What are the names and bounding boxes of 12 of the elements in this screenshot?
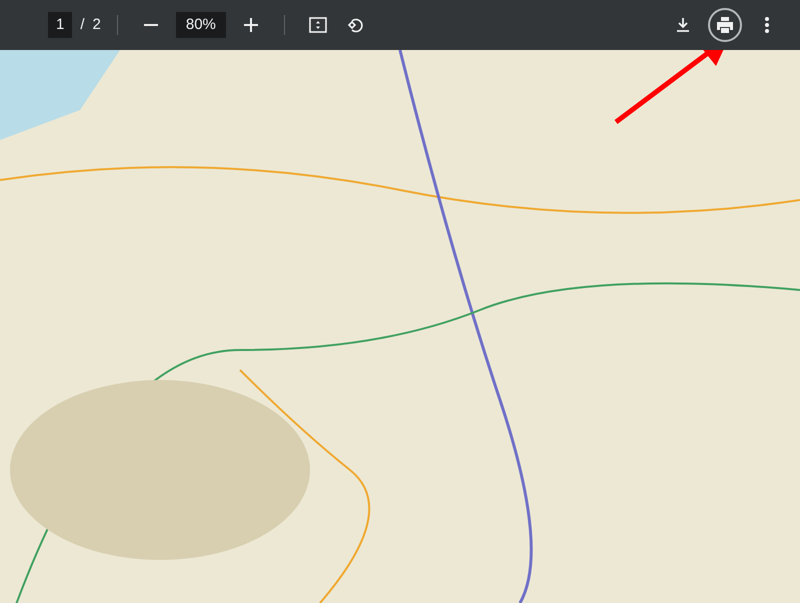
print-button[interactable] xyxy=(708,8,742,42)
fit-page-icon xyxy=(308,17,327,33)
printer-icon xyxy=(716,16,734,34)
zoom-field[interactable]: 80% xyxy=(176,12,226,38)
page-number-field[interactable]: 1 xyxy=(48,12,72,38)
page-separator: / xyxy=(80,14,85,35)
page-count: 2 xyxy=(92,14,101,35)
rotate-icon xyxy=(346,16,365,34)
minus-icon xyxy=(144,24,158,26)
more-options-icon xyxy=(765,17,769,33)
download-icon xyxy=(675,17,691,33)
plus-icon xyxy=(244,18,258,32)
